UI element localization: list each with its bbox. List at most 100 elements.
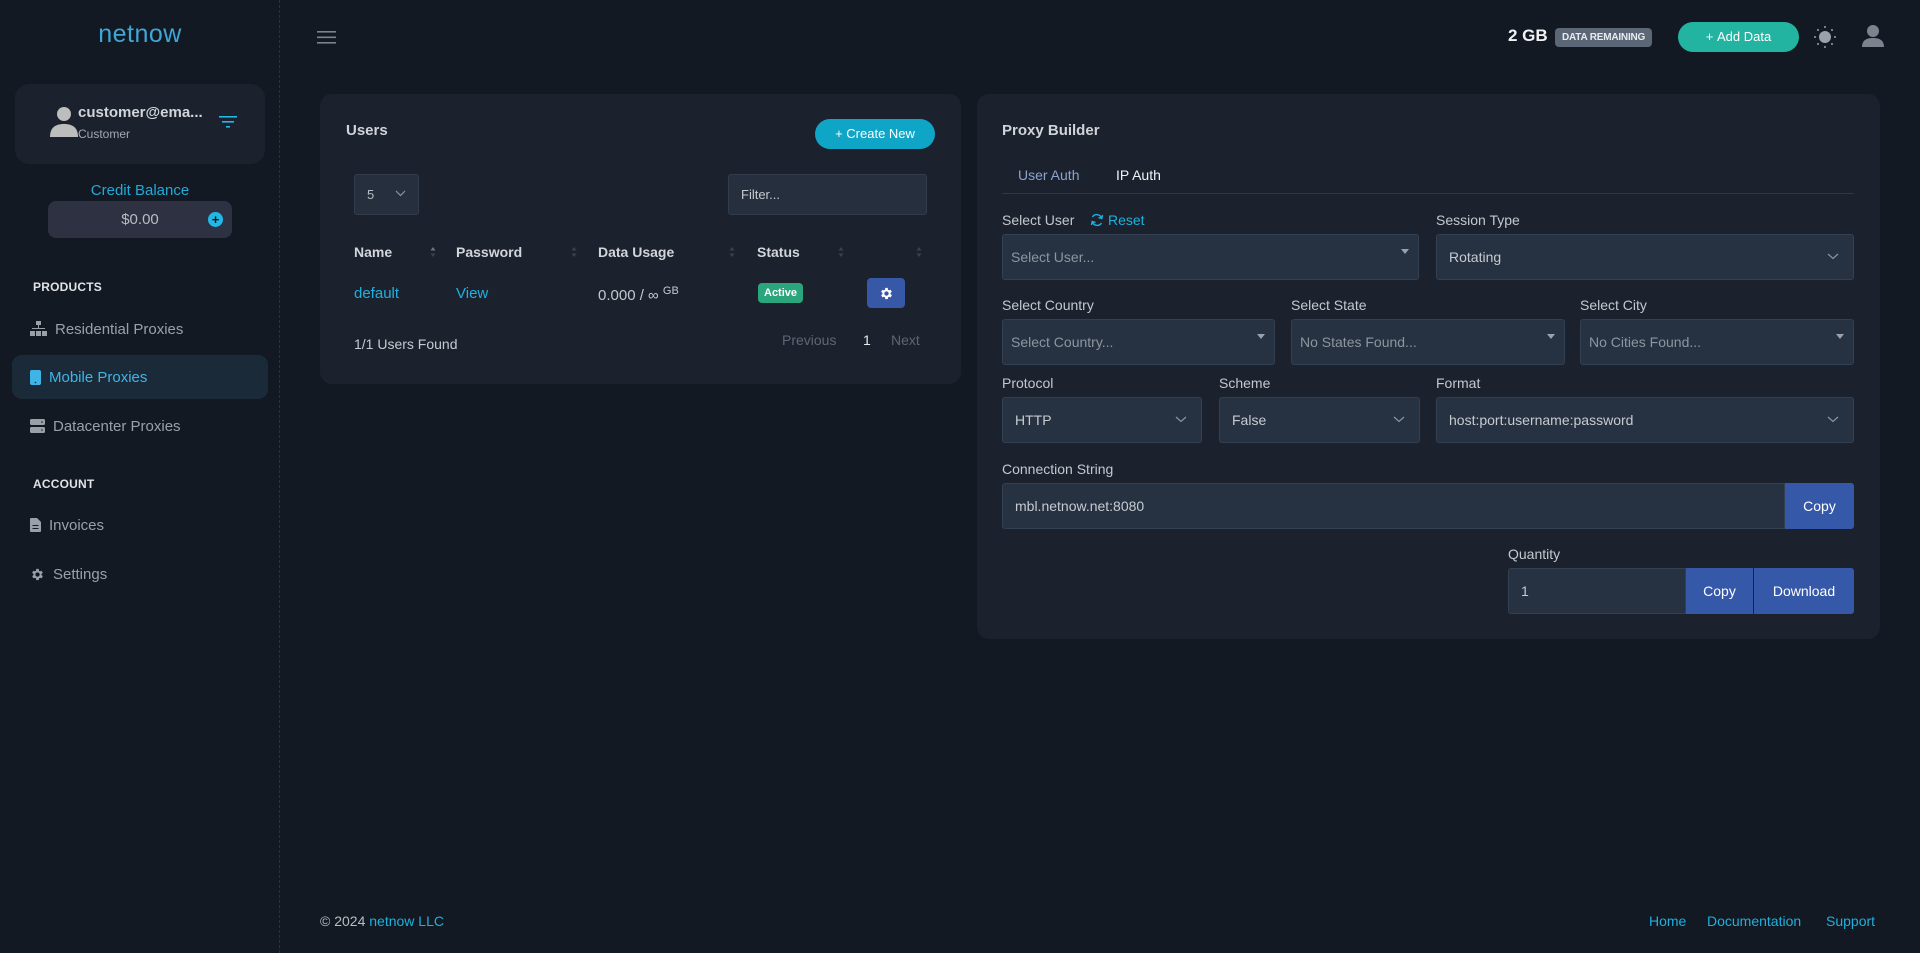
- sidebar-item-datacenter-proxies[interactable]: Datacenter Proxies: [12, 404, 268, 448]
- plus-icon: +: [1705, 29, 1717, 44]
- connection-string-input[interactable]: [1002, 483, 1785, 529]
- data-usage-unit: GB: [662, 285, 679, 297]
- column-header-status[interactable]: Status: [757, 244, 800, 260]
- sort-icon[interactable]: [729, 246, 735, 258]
- footer-copyright: © 2024 netnow LLC: [320, 913, 444, 929]
- select-user-label: Select User: [1002, 212, 1075, 228]
- users-title: Users: [346, 122, 388, 139]
- credit-balance-value: $0.00: [121, 211, 159, 228]
- filter-icon[interactable]: [218, 114, 238, 130]
- brand-logo[interactable]: netnow: [0, 20, 280, 49]
- plus-icon: +: [835, 126, 847, 141]
- network-icon: [30, 321, 47, 336]
- credit-balance-label: Credit Balance: [90, 182, 190, 199]
- tab-ip-auth[interactable]: IP Auth: [1116, 167, 1161, 183]
- mobile-icon: [30, 369, 41, 385]
- user-name-link[interactable]: default: [354, 285, 399, 302]
- page-size-value: 5: [367, 187, 375, 202]
- footer-link-support[interactable]: Support: [1826, 913, 1875, 929]
- scheme-label: Scheme: [1219, 375, 1271, 391]
- column-header-name[interactable]: Name: [354, 244, 392, 260]
- profile-role: Customer: [78, 127, 131, 141]
- sidebar-item-label: Invoices: [49, 516, 105, 534]
- copy-connection-button[interactable]: Copy: [1785, 483, 1854, 529]
- chevron-down-icon: [1827, 253, 1839, 260]
- view-password-link[interactable]: View: [456, 285, 488, 302]
- data-remaining-amount: 2 GB: [1508, 26, 1548, 45]
- pagination-next[interactable]: Next: [891, 332, 920, 348]
- account-section-label: ACCOUNT: [33, 477, 95, 491]
- add-data-button[interactable]: + Add Data: [1678, 22, 1799, 52]
- quantity-label: Quantity: [1508, 546, 1561, 562]
- select-city-label: Select City: [1580, 297, 1647, 313]
- users-card: Users + Create New 5 Name Password Data …: [320, 94, 961, 384]
- select-country-dropdown[interactable]: Select Country...: [1002, 319, 1275, 365]
- copy-list-button[interactable]: Copy: [1686, 568, 1754, 614]
- create-new-button[interactable]: + Create New: [815, 119, 935, 149]
- session-type-value: Rotating: [1449, 249, 1502, 265]
- sort-icon[interactable]: [838, 246, 844, 258]
- format-label: Format: [1436, 375, 1481, 391]
- tab-divider: [1002, 193, 1854, 194]
- menu-toggle-icon[interactable]: [317, 29, 337, 45]
- sidebar-item-mobile-proxies[interactable]: Mobile Proxies: [12, 355, 268, 399]
- scheme-value: False: [1232, 412, 1267, 428]
- select-user-dropdown[interactable]: Select User...: [1002, 234, 1419, 280]
- refresh-icon: [1090, 213, 1104, 227]
- sort-icon[interactable]: [571, 246, 577, 258]
- caret-down-icon: [1257, 334, 1265, 339]
- protocol-select[interactable]: HTTP: [1002, 397, 1202, 443]
- theme-toggle-sun-icon[interactable]: [1813, 25, 1837, 49]
- scheme-select[interactable]: False: [1219, 397, 1420, 443]
- gear-icon: [880, 287, 892, 299]
- avatar-icon: [50, 107, 78, 137]
- tab-user-auth[interactable]: User Auth: [1018, 167, 1079, 183]
- column-header-password[interactable]: Password: [456, 244, 522, 260]
- user-settings-button[interactable]: [867, 278, 905, 308]
- reset-button[interactable]: Reset: [1090, 212, 1145, 228]
- data-usage-amount: 0.000 / ∞: [598, 287, 659, 304]
- protocol-label: Protocol: [1002, 375, 1054, 391]
- profile-name: customer@ema...: [78, 104, 203, 121]
- filter-input[interactable]: [728, 174, 927, 215]
- document-icon: [30, 518, 41, 532]
- footer-link-documentation[interactable]: Documentation: [1707, 913, 1801, 929]
- user-account-icon[interactable]: [1862, 24, 1884, 48]
- download-button[interactable]: Download: [1754, 568, 1854, 614]
- users-found-count: 1/1 Users Found: [354, 336, 458, 352]
- profile-card: customer@ema... Customer: [15, 84, 265, 164]
- format-value: host:port:username:password: [1449, 412, 1634, 428]
- quantity-input[interactable]: [1508, 568, 1686, 614]
- add-credit-button[interactable]: +: [208, 212, 223, 227]
- sort-icon[interactable]: [916, 246, 922, 258]
- select-city-dropdown[interactable]: No Cities Found...: [1580, 319, 1854, 365]
- chevron-down-icon: [1827, 416, 1839, 423]
- select-country-label: Select Country: [1002, 297, 1094, 313]
- sidebar-item-invoices[interactable]: Invoices: [12, 503, 268, 547]
- sidebar-item-label: Datacenter Proxies: [53, 417, 181, 435]
- select-state-dropdown[interactable]: No States Found...: [1291, 319, 1565, 365]
- sidebar-item-settings[interactable]: Settings: [12, 552, 268, 596]
- sort-icon[interactable]: [430, 246, 436, 258]
- proxy-builder-card: Proxy Builder User Auth IP Auth Select U…: [977, 94, 1880, 639]
- select-state-label: Select State: [1291, 297, 1367, 313]
- pagination-previous[interactable]: Previous: [782, 332, 836, 348]
- company-link[interactable]: netnow LLC: [369, 913, 444, 929]
- footer-link-home[interactable]: Home: [1649, 913, 1686, 929]
- page-size-select[interactable]: 5: [354, 174, 419, 215]
- format-select[interactable]: host:port:username:password: [1436, 397, 1854, 443]
- sidebar-item-residential-proxies[interactable]: Residential Proxies: [12, 307, 268, 351]
- column-header-data-usage[interactable]: Data Usage: [598, 244, 674, 260]
- data-usage-value: 0.000 / ∞ GB: [598, 285, 679, 304]
- chevron-down-icon: [395, 190, 406, 197]
- credit-balance: $0.00 +: [48, 201, 232, 238]
- pagination-page-1[interactable]: 1: [863, 332, 871, 348]
- sidebar: netnow customer@ema... Customer Credit B…: [0, 0, 280, 953]
- sidebar-item-label: Mobile Proxies: [49, 368, 148, 386]
- session-type-select[interactable]: Rotating: [1436, 234, 1854, 280]
- select-user-placeholder: Select User...: [1011, 249, 1095, 265]
- connection-string-label: Connection String: [1002, 461, 1114, 477]
- session-type-label: Session Type: [1436, 212, 1520, 228]
- data-remaining-badge: DATA REMAINING: [1555, 28, 1653, 47]
- chevron-down-icon: [1393, 416, 1405, 423]
